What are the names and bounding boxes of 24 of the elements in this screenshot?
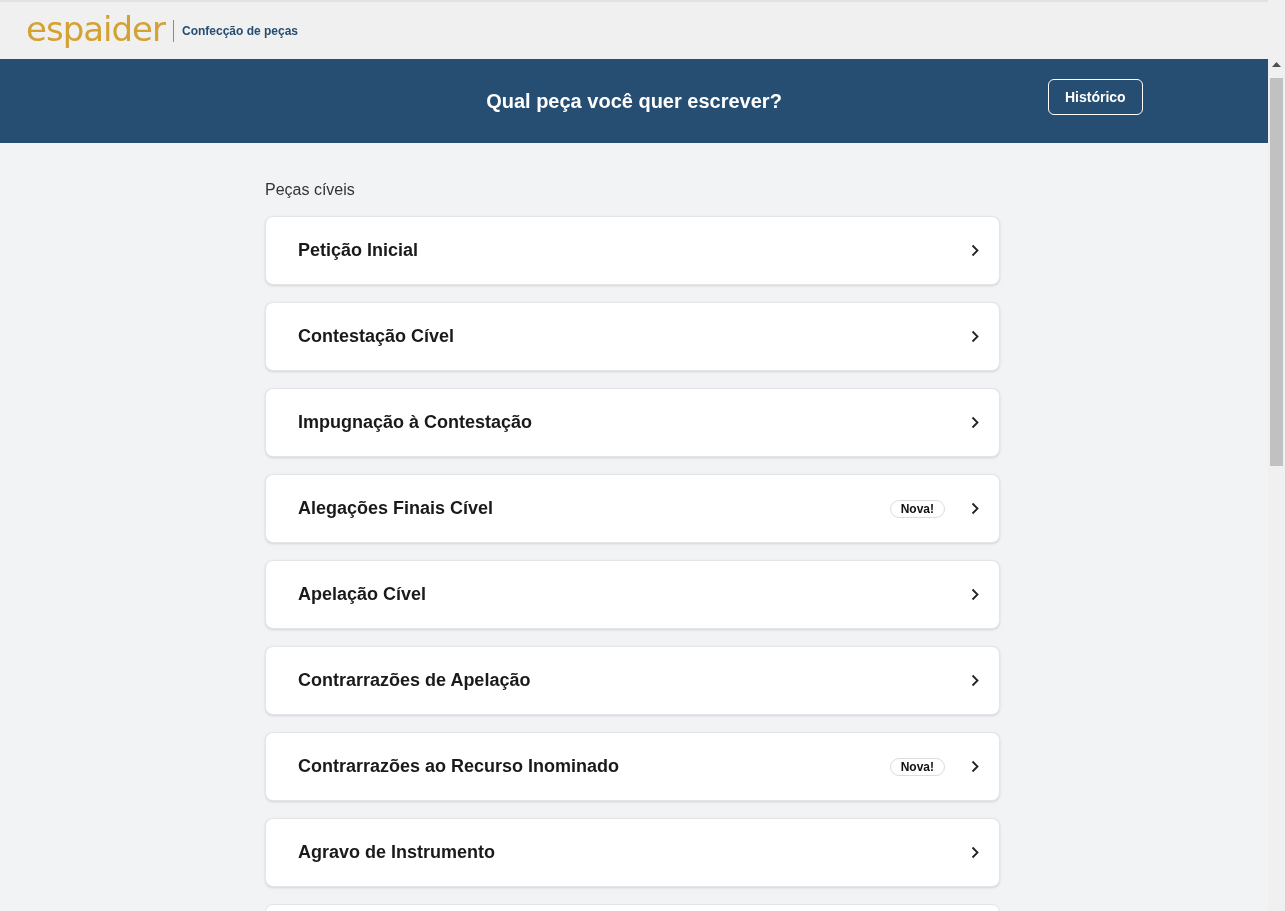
scrollbar-thumb[interactable] [1270, 78, 1283, 466]
chevron-right-icon [971, 760, 979, 773]
chevron-right-icon [971, 846, 979, 859]
chevron-right-icon [971, 244, 979, 257]
app-subtitle: Confecção de peças [182, 22, 299, 40]
list-item[interactable]: Petição Inicial [265, 216, 1000, 285]
scrollbar[interactable] [1268, 0, 1285, 911]
list-item[interactable]: Alegações Finais Cível Nova! [265, 474, 1000, 543]
logo: espaider [26, 11, 165, 50]
chevron-right-icon [971, 416, 979, 429]
chevron-right-icon [971, 330, 979, 343]
history-button[interactable]: Histórico [1048, 79, 1143, 115]
list-item[interactable]: Impugnação à Contestação [265, 388, 1000, 457]
banner-title: Qual peça você quer escrever? [486, 89, 782, 114]
list-item[interactable]: Contrarrazões ao Recurso Inominado Nova! [265, 732, 1000, 801]
list-item[interactable]: Agravo de Instrumento [265, 818, 1000, 887]
scroll-up-icon[interactable] [1272, 62, 1281, 67]
chevron-right-icon [971, 674, 979, 687]
chevron-right-icon [971, 588, 979, 601]
chevron-right-icon [971, 502, 979, 515]
list-item[interactable]: Apelação Cível [265, 560, 1000, 629]
list-item[interactable]: Contrarrazões de Apelação [265, 646, 1000, 715]
section-title: Peças cíveis [265, 180, 356, 198]
list-item[interactable]: Contestação Cível [265, 302, 1000, 371]
